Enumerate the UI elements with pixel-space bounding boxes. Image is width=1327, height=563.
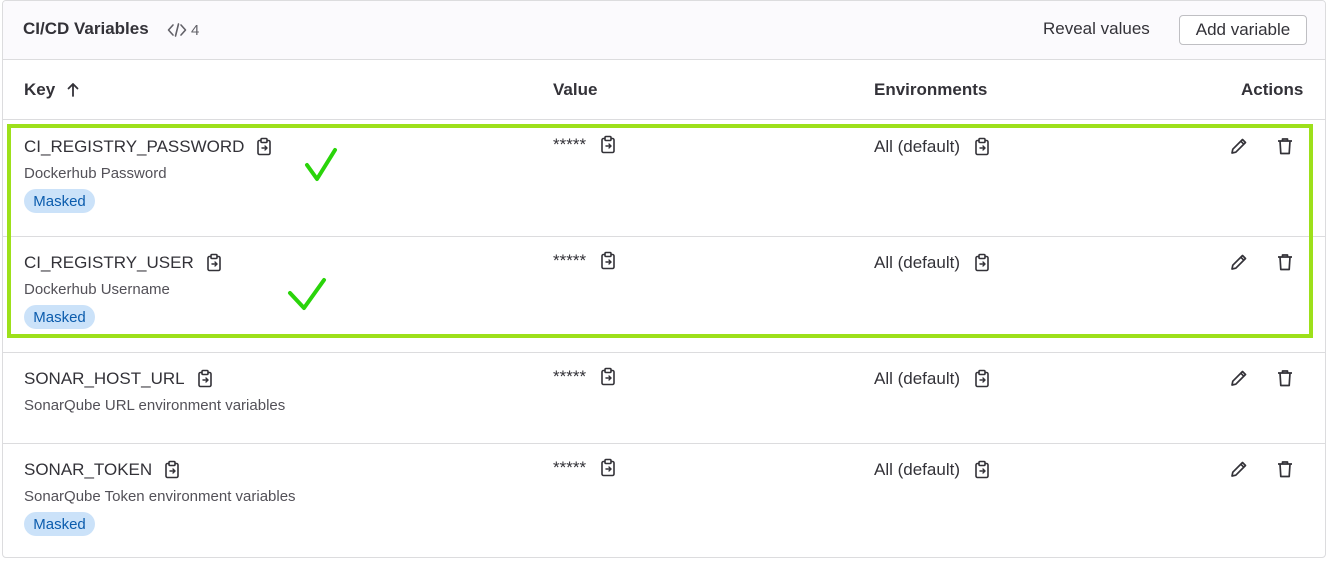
variable-description: Dockerhub Password — [24, 165, 167, 182]
variable-key: CI_REGISTRY_PASSWORD — [24, 137, 274, 157]
arrow-up-icon — [63, 80, 83, 100]
code-icon — [167, 20, 187, 40]
copy-key-icon[interactable] — [162, 460, 182, 480]
add-variable-button[interactable]: Add variable — [1179, 15, 1307, 45]
variable-value: ***** — [553, 251, 618, 271]
edit-pencil-icon[interactable] — [1229, 136, 1249, 156]
masked-badge: Masked — [24, 305, 95, 329]
column-key-header[interactable]: Key — [24, 80, 83, 100]
row-actions — [1229, 459, 1295, 479]
column-actions-header: Actions — [1241, 80, 1304, 99]
variable-count: 4 — [167, 20, 199, 40]
delete-trash-icon[interactable] — [1275, 368, 1295, 388]
copy-environment-icon[interactable] — [972, 460, 992, 480]
edit-pencil-icon[interactable] — [1229, 459, 1249, 479]
table-row: SONAR_TOKEN SonarQube Token environment … — [3, 444, 1325, 557]
variable-key: SONAR_HOST_URL — [24, 369, 215, 389]
copy-environment-icon[interactable] — [972, 253, 992, 273]
variable-description: SonarQube URL environment variables — [24, 397, 286, 414]
copy-value-icon[interactable] — [598, 458, 618, 478]
reveal-values-button[interactable]: Reveal values — [1043, 19, 1150, 39]
table-header: Key Value Environments Actions — [3, 61, 1325, 120]
variable-environment-text: All (default) — [874, 460, 960, 479]
edit-pencil-icon[interactable] — [1229, 368, 1249, 388]
variable-key-label: SONAR_TOKEN — [24, 460, 153, 479]
column-key-label: Key — [24, 80, 56, 99]
delete-trash-icon[interactable] — [1275, 252, 1295, 272]
variable-key-label: CI_REGISTRY_PASSWORD — [24, 137, 245, 156]
checkmark-icon — [288, 278, 326, 310]
edit-pencil-icon[interactable] — [1229, 252, 1249, 272]
card-header: CI/CD Variables 4 Reveal values Add vari… — [3, 1, 1325, 60]
variable-value-text: ***** — [553, 135, 587, 154]
row-actions — [1229, 136, 1295, 156]
variable-environment-text: All (default) — [874, 137, 960, 156]
variable-environment: All (default) — [874, 369, 992, 389]
row-actions — [1229, 252, 1295, 272]
variable-description: Dockerhub Username — [24, 281, 170, 298]
variable-key: CI_REGISTRY_USER — [24, 253, 224, 273]
variable-environment-text: All (default) — [874, 369, 960, 388]
copy-environment-icon[interactable] — [972, 369, 992, 389]
variable-key: SONAR_TOKEN — [24, 460, 182, 480]
table-row: CI_REGISTRY_USER Dockerhub Username Mask… — [3, 237, 1325, 353]
variable-value: ***** — [553, 135, 618, 155]
copy-environment-icon[interactable] — [972, 137, 992, 157]
copy-key-icon[interactable] — [254, 137, 274, 157]
variable-value: ***** — [553, 458, 618, 478]
delete-trash-icon[interactable] — [1275, 136, 1295, 156]
table-row: CI_REGISTRY_PASSWORD Dockerhub Password … — [3, 121, 1325, 237]
variable-description: SonarQube Token environment variables — [24, 488, 296, 505]
ci-cd-variables-card: CI/CD Variables 4 Reveal values Add vari… — [2, 0, 1326, 558]
copy-value-icon[interactable] — [598, 251, 618, 271]
column-value-header: Value — [553, 80, 598, 99]
card-title: CI/CD Variables — [23, 19, 149, 38]
delete-trash-icon[interactable] — [1275, 459, 1295, 479]
masked-badge: Masked — [24, 512, 95, 536]
variable-environment: All (default) — [874, 137, 992, 157]
copy-key-icon[interactable] — [204, 253, 224, 273]
variable-key-label: CI_REGISTRY_USER — [24, 253, 194, 272]
variable-value-text: ***** — [553, 458, 587, 477]
variable-environment: All (default) — [874, 460, 992, 480]
table-row: SONAR_HOST_URL SonarQube URL environment… — [3, 353, 1325, 444]
variable-value-text: ***** — [553, 367, 587, 386]
variable-value-text: ***** — [553, 251, 587, 270]
variable-environment-text: All (default) — [874, 253, 960, 272]
variable-key-label: SONAR_HOST_URL — [24, 369, 185, 388]
variable-count-value: 4 — [191, 21, 200, 39]
masked-badge: Masked — [24, 189, 95, 213]
variable-value: ***** — [553, 367, 618, 387]
copy-key-icon[interactable] — [195, 369, 215, 389]
row-actions — [1229, 368, 1295, 388]
copy-value-icon[interactable] — [598, 135, 618, 155]
copy-value-icon[interactable] — [598, 367, 618, 387]
column-environments-header: Environments — [874, 80, 988, 99]
variable-environment: All (default) — [874, 253, 992, 273]
checkmark-icon — [305, 148, 337, 181]
